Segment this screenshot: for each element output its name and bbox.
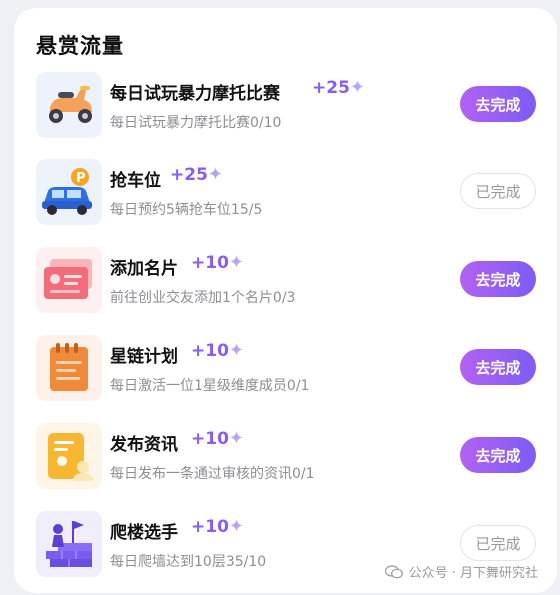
task-item: 发布资讯 +10✦ 每日发布一条通过审核的资讯0/1 去完成 — [36, 423, 536, 489]
task-completed-button[interactable]: 已完成 — [460, 173, 536, 209]
task-progress: 每日预约5辆抢车位15/5 — [110, 202, 263, 218]
news-document-icon — [36, 423, 102, 489]
reward-points: +25✦ — [170, 164, 223, 185]
reward-points: +10✦ — [191, 252, 244, 273]
task-title: 添加名片 — [110, 259, 178, 279]
task-progress: 每日发布一条通过审核的资讯0/1 — [110, 466, 315, 482]
watermark: 公众号 · 月下舞研究社 — [384, 562, 538, 581]
task-item: P 抢车位 +25✦ 每日预约5辆抢车位15/5 已完成 — [36, 159, 536, 225]
sparkle-icon: ✦ — [228, 516, 244, 537]
sparkle-icon: ✦ — [228, 340, 244, 361]
svg-text:P: P — [76, 171, 86, 186]
task-progress: 每日爬墙达到10层35/10 — [110, 554, 267, 570]
task-progress: 前往创业交友添加1个名片0/3 — [110, 290, 296, 306]
scooter-icon — [36, 72, 102, 138]
task-progress: 每日试玩暴力摩托比赛0/10 — [110, 115, 282, 131]
sparkle-icon: ✦ — [228, 252, 244, 273]
task-completed-button[interactable]: 已完成 — [460, 525, 536, 561]
climbing-wall-icon — [36, 511, 102, 577]
watermark-text: 公众号 · 月下舞研究社 — [408, 566, 538, 581]
task-item: 每日试玩暴力摩托比赛 +25✦ 每日试玩暴力摩托比赛0/10 去完成 — [36, 72, 536, 138]
reward-points: +10✦ — [191, 516, 244, 537]
task-item: 星链计划 +10✦ 每日激活一位1星级维度成员0/1 去完成 — [36, 335, 536, 401]
wechat-icon — [384, 564, 403, 578]
complete-task-button[interactable]: 去完成 — [460, 86, 536, 122]
sparkle-icon: ✦ — [349, 77, 365, 98]
reward-points: +25✦ — [312, 77, 365, 98]
sparkle-icon: ✦ — [228, 428, 244, 449]
bounty-traffic-card: 悬赏流量 每日试玩暴力摩托比赛 +25✦ 每日试玩暴力摩托比赛0/10 去完成 … — [14, 8, 557, 593]
section-title: 悬赏流量 — [36, 34, 124, 58]
task-progress: 每日激活一位1星级维度成员0/1 — [110, 378, 310, 394]
complete-task-button[interactable]: 去完成 — [460, 261, 536, 297]
sparkle-icon: ✦ — [207, 164, 223, 185]
task-title: 抢车位 — [110, 171, 161, 191]
business-card-icon — [36, 247, 102, 313]
complete-task-button[interactable]: 去完成 — [460, 349, 536, 385]
task-title: 星链计划 — [110, 347, 178, 367]
task-title: 发布资讯 — [110, 435, 178, 455]
parking-car-icon: P — [36, 159, 102, 225]
task-title: 爬楼选手 — [110, 523, 178, 543]
complete-task-button[interactable]: 去完成 — [460, 437, 536, 473]
reward-points: +10✦ — [191, 428, 244, 449]
task-title: 每日试玩暴力摩托比赛 — [110, 84, 280, 104]
reward-points: +10✦ — [191, 340, 244, 361]
notebook-icon — [36, 335, 102, 401]
task-item: 添加名片 +10✦ 前往创业交友添加1个名片0/3 去完成 — [36, 247, 536, 313]
